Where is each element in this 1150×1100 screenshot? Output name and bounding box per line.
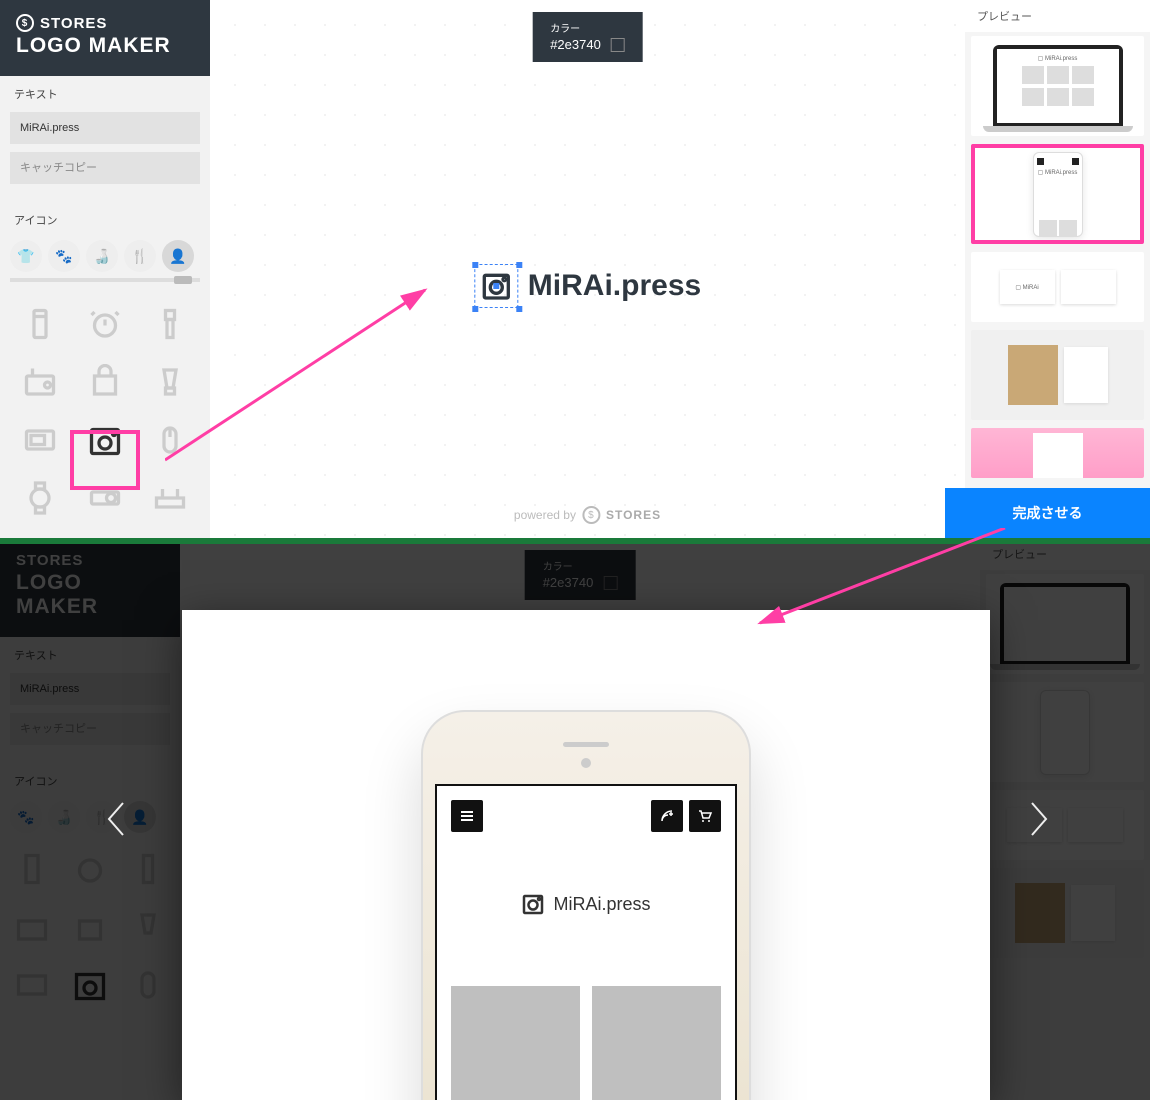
color-swatch xyxy=(611,38,625,52)
icon-tab-paw[interactable]: 🐾 xyxy=(48,240,80,272)
preview-bag[interactable] xyxy=(971,428,1144,478)
icon-option-blender[interactable] xyxy=(145,364,196,400)
stores-logo-icon: $ xyxy=(16,14,34,32)
icon-option-router[interactable] xyxy=(145,480,196,516)
modal-view: STORESLOGO MAKER テキスト アイコン 🐾🍶🍴👤 xyxy=(0,538,1150,1100)
logo-text-input[interactable] xyxy=(10,112,200,144)
phone-mockup: MiRAi.press xyxy=(421,710,751,1100)
phone-screen: MiRAi.press xyxy=(435,784,737,1100)
rss-plus-icon xyxy=(659,808,675,824)
color-chip[interactable]: カラー #2e3740 xyxy=(532,12,643,62)
logo-icon-selection[interactable] xyxy=(474,264,518,308)
preview-business-card[interactable]: ▢ MiRAi xyxy=(971,252,1144,322)
preview-label: プレビュー xyxy=(965,0,1150,32)
canvas[interactable]: カラー #2e3740 MiRAi.press powered by $ STO… xyxy=(210,0,965,538)
catch-copy-input[interactable] xyxy=(10,152,200,184)
preview-panel: プレビュー ▢ MiRAi.press ▢ MiRAi.press ▢ MiRA… xyxy=(965,0,1150,538)
camera-icon xyxy=(480,270,512,302)
icon-option-radio[interactable] xyxy=(14,364,65,400)
hamburger-icon xyxy=(459,808,475,824)
icon-tab-scrollbar[interactable] xyxy=(10,278,200,282)
preview-laptop[interactable]: ▢ MiRAi.press xyxy=(971,36,1144,136)
phone-logo-text: MiRAi.press xyxy=(553,894,650,915)
phone-logo: MiRAi.press xyxy=(451,892,721,916)
icon-option-flask[interactable] xyxy=(14,306,65,342)
icon-tab-hanger[interactable]: 👕 xyxy=(10,240,42,272)
chevron-right-icon xyxy=(1028,799,1052,839)
icon-grid xyxy=(0,282,210,538)
icon-tab-bottle[interactable]: 🍶 xyxy=(86,240,118,272)
preview-modal: MiRAi.press xyxy=(182,610,990,1100)
product-name: LOGO MAKER xyxy=(16,34,194,58)
divider-bar xyxy=(0,538,1150,544)
camera-icon xyxy=(521,892,545,916)
modal-next-arrow[interactable] xyxy=(1020,799,1060,839)
preview-list: ▢ MiRAi.press ▢ MiRAi.press ▢ MiRAi xyxy=(965,32,1150,538)
stores-logo-icon: $ xyxy=(582,506,600,524)
cart-icon xyxy=(697,808,713,824)
powered-brand: STORES xyxy=(606,508,661,522)
highlight-selected-icon xyxy=(70,430,140,490)
editor-top: $ STORES LOGO MAKER テキスト アイコン 👕 🐾 🍶 🍴 👤 xyxy=(0,0,1150,538)
icon-category-tabs: 👕 🐾 🍶 🍴 👤 xyxy=(0,234,210,272)
color-hex: #2e3740 xyxy=(550,37,601,52)
phone-topbar xyxy=(451,800,721,832)
preview-tags[interactable] xyxy=(971,330,1144,420)
phone-content-blocks xyxy=(451,986,721,1100)
text-section-label: テキスト xyxy=(0,76,210,108)
icon-option-watch[interactable] xyxy=(14,480,65,516)
icon-section-label: アイコン xyxy=(0,202,210,234)
finish-button[interactable]: 完成させる xyxy=(945,488,1150,538)
feed-button[interactable] xyxy=(651,800,683,832)
logo-on-canvas[interactable]: MiRAi.press xyxy=(474,264,701,308)
icon-option-flashlight[interactable] xyxy=(145,306,196,342)
icon-option-alarm[interactable] xyxy=(79,306,130,342)
logo-text: MiRAi.press xyxy=(528,269,701,303)
icon-tab-person[interactable]: 👤 xyxy=(162,240,194,272)
powered-prefix: powered by xyxy=(514,508,576,522)
cart-button[interactable] xyxy=(689,800,721,832)
chevron-left-icon xyxy=(103,799,127,839)
preview-phone[interactable]: ▢ MiRAi.press xyxy=(971,144,1144,244)
color-label: カラー xyxy=(550,20,625,35)
icon-tab-cutlery[interactable]: 🍴 xyxy=(124,240,156,272)
powered-by: powered by $ STORES xyxy=(514,506,661,524)
modal-prev-arrow[interactable] xyxy=(95,799,135,839)
icon-option-bag[interactable] xyxy=(79,364,130,400)
brand-name: STORES xyxy=(40,15,107,32)
brand-header: $ STORES LOGO MAKER xyxy=(0,0,210,76)
icon-option-microwave[interactable] xyxy=(14,422,65,458)
menu-button[interactable] xyxy=(451,800,483,832)
icon-option-mouse[interactable] xyxy=(145,422,196,458)
